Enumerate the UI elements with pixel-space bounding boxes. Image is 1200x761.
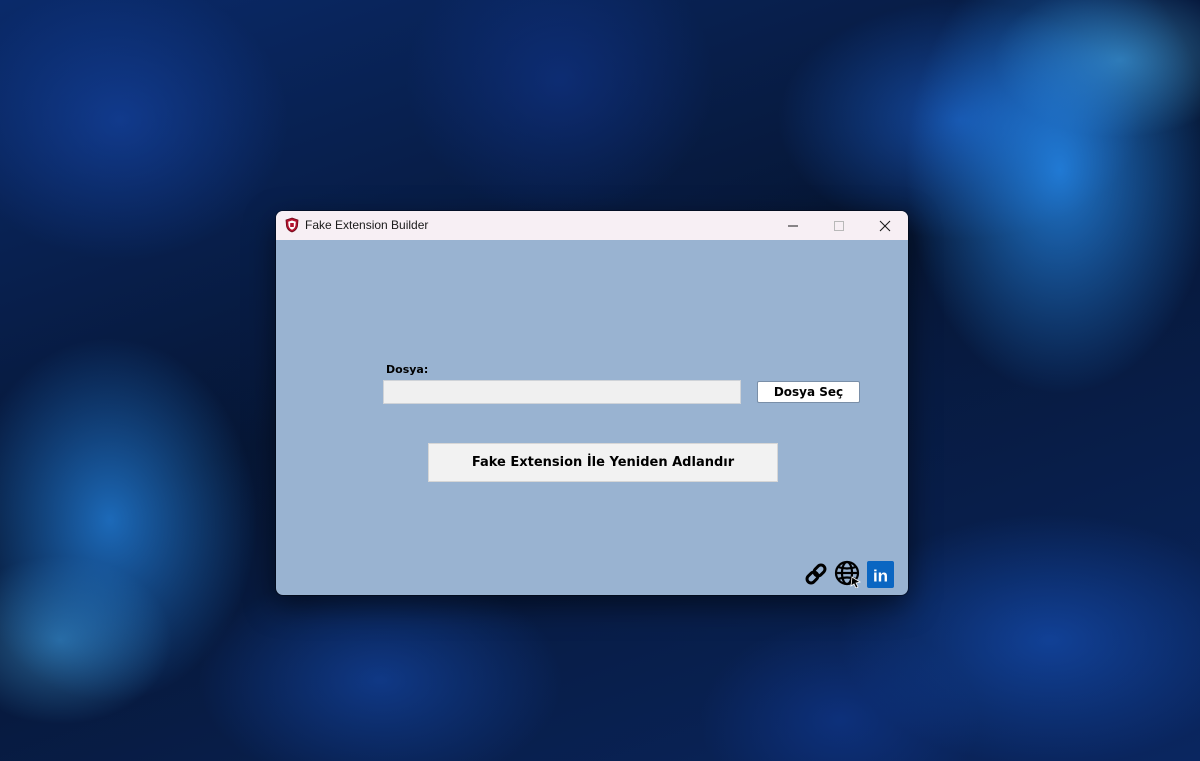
app-shield-icon	[285, 217, 299, 233]
close-button[interactable]	[862, 211, 908, 240]
maximize-icon	[834, 220, 844, 231]
minimize-icon	[788, 225, 798, 226]
minimize-button[interactable]	[770, 211, 816, 240]
close-icon	[879, 220, 891, 231]
maximize-button[interactable]	[816, 211, 862, 240]
linkedin-icon[interactable]: in	[867, 561, 894, 588]
window-title: Fake Extension Builder	[305, 218, 429, 232]
app-window: Fake Extension Builder Dosya: Dosya Seç …	[276, 211, 908, 595]
choose-file-button[interactable]: Dosya Seç	[757, 381, 860, 403]
linkedin-icon-text: in	[873, 567, 888, 586]
file-path-input[interactable]	[383, 380, 741, 404]
link-icon[interactable]	[802, 560, 830, 588]
globe-icon[interactable]	[834, 560, 862, 588]
rename-with-fake-extension-button[interactable]: Fake Extension İle Yeniden Adlandır	[428, 443, 778, 482]
file-label: Dosya:	[386, 363, 429, 376]
title-bar[interactable]: Fake Extension Builder	[276, 211, 908, 240]
